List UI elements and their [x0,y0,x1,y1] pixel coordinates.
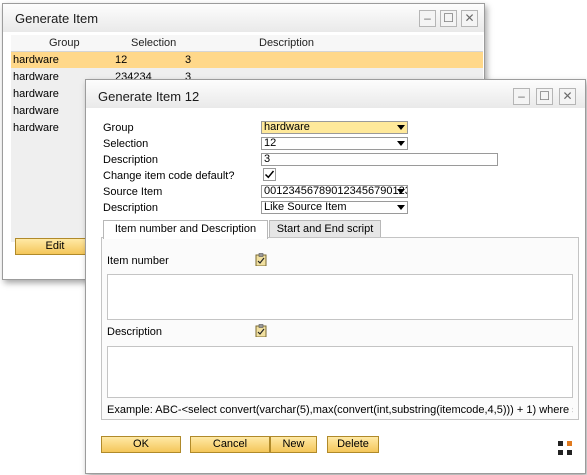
group-select[interactable]: hardware [261,121,408,134]
chevron-down-icon[interactable] [397,125,405,130]
tab-start-end-script[interactable]: Start and End script [269,220,381,238]
minimize-icon[interactable]: ‒ [419,10,436,27]
cancel-button[interactable]: Cancel [190,436,270,453]
tab-item-number-description[interactable]: Item number and Description [103,220,268,239]
column-header-description[interactable]: Description [259,37,314,49]
description-textarea[interactable] [107,346,573,398]
minimize-icon[interactable]: ‒ [513,88,530,105]
source-item-value: 0012345678901234567901234567890 [264,185,407,197]
example-text: Example: ABC-<select convert(varchar(5),… [107,404,573,416]
selection-value: 12 [264,137,277,149]
ok-button[interactable]: OK [101,436,181,453]
description-label: Description [103,154,159,166]
description2-label: Description [103,202,159,214]
cell-group: hardware [13,122,59,134]
description-area-label: Description [107,326,163,338]
column-header-selection[interactable]: Selection [131,37,176,49]
cell-selection: 12 [115,54,128,66]
tab-panel: Item number Description Example: ABC-<se… [101,237,579,420]
description-input[interactable]: 3 [261,153,498,166]
description2-select[interactable]: Like Source Item [261,201,408,214]
group-label: Group [103,122,134,134]
cell-group: hardware [13,54,59,66]
chevron-down-icon[interactable] [397,189,405,194]
item-number-textarea[interactable] [107,274,573,320]
column-header-group[interactable]: Group [49,37,80,49]
source-item-select[interactable]: 0012345678901234567901234567890 [261,185,408,198]
generate-item-12-window: Generate Item 12 ‒ ☐ ✕ Group hardware Se… [85,79,586,474]
maximize-icon[interactable]: ☐ [536,88,553,105]
delete-button[interactable]: Delete [327,436,379,453]
window-title: Generate Item 12 [98,89,200,104]
source-item-label: Source Item [103,186,163,198]
chevron-down-icon[interactable] [397,141,405,146]
cell-group: hardware [13,105,59,117]
cell-group: hardware [13,71,59,83]
edit-button[interactable]: Edit [15,238,95,255]
description2-value: Like Source Item [264,201,347,213]
group-value: hardware [264,121,310,133]
logo-icon [558,441,572,455]
description-value: 3 [264,153,271,165]
item-number-label: Item number [107,255,169,267]
window-title: Generate Item [15,11,99,26]
selection-label: Selection [103,138,149,150]
clipboard-icon[interactable] [255,324,267,337]
grid-header: Group Selection Description [11,35,483,52]
title-bar: Generate Item 12 ‒ ☐ ✕ [86,80,585,108]
table-row[interactable]: hardware 12 3 [11,52,483,68]
close-icon[interactable]: ✕ [559,88,576,105]
title-bar: Generate Item ‒ ☐ ✕ [3,4,484,32]
cell-group: hardware [13,88,59,100]
selection-select[interactable]: 12 [261,137,408,150]
cell-description: 3 [185,54,192,66]
change-default-label: Change item code default? [103,170,235,182]
maximize-icon[interactable]: ☐ [440,10,457,27]
clipboard-icon[interactable] [255,253,267,266]
new-button[interactable]: New [270,436,317,453]
change-default-checkbox[interactable] [263,168,276,181]
close-icon[interactable]: ✕ [461,10,478,27]
chevron-down-icon[interactable] [397,205,405,210]
checkmark-icon [264,170,275,179]
